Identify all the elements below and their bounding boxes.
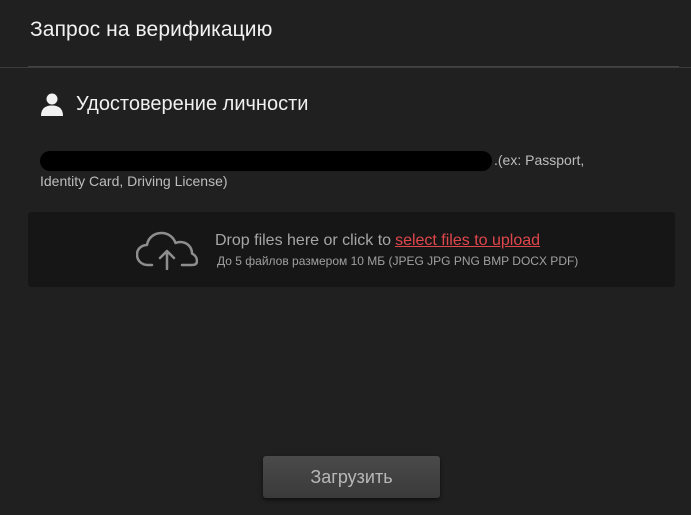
dropzone-prompt-text: Drop files here or click to bbox=[215, 232, 392, 249]
file-dropzone[interactable]: Drop files here or click to select files … bbox=[28, 212, 675, 287]
user-icon bbox=[40, 92, 64, 116]
dropzone-hint: До 5 файлов размером 10 МБ (JPEG JPG PNG… bbox=[217, 254, 579, 268]
dialog-header: Запрос на верификацию bbox=[0, 0, 691, 68]
dropzone-prompt: Drop files here or click to select files … bbox=[215, 232, 540, 250]
header-divider bbox=[28, 66, 679, 67]
upload-button[interactable]: Загрузить bbox=[263, 456, 440, 498]
dialog-title: Запрос на верификацию bbox=[30, 18, 273, 41]
select-files-link[interactable]: select files to upload bbox=[395, 232, 540, 249]
section-title: Удостоверение личности bbox=[76, 92, 309, 115]
redacted-text bbox=[40, 151, 492, 172]
cloud-upload-icon bbox=[135, 230, 199, 271]
section-heading: Удостоверение личности bbox=[40, 92, 308, 116]
verification-dialog: Запрос на верификацию Удостоверение личн… bbox=[0, 0, 691, 515]
document-description: .(ex: Passport, Identity Card, Driving L… bbox=[40, 150, 600, 191]
